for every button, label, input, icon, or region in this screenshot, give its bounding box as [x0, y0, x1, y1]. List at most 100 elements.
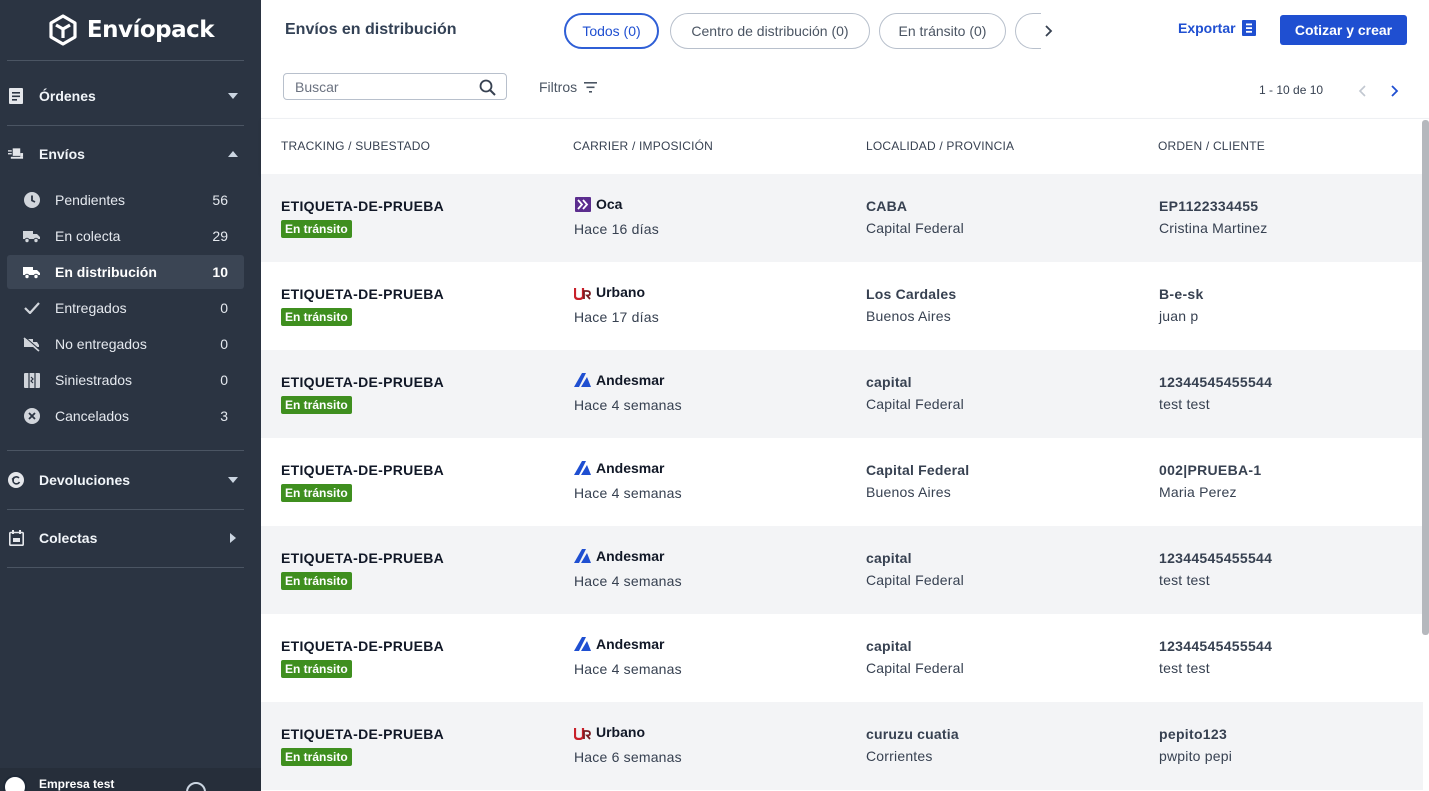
- locality: capital: [866, 638, 912, 654]
- divider: [7, 125, 244, 126]
- pagination-range: 1 - 10 de 10: [1259, 83, 1324, 97]
- andesmar-logo-icon: [574, 548, 591, 564]
- status-badge: En tránsito: [281, 748, 352, 766]
- carrier-name: Urbano: [596, 724, 645, 740]
- sidebar-item-count: 0: [220, 336, 228, 352]
- sidebar-item-no-entregados[interactable]: No entregados 0: [7, 327, 244, 361]
- sidebar-section-ordenes[interactable]: Órdenes: [0, 76, 261, 116]
- avatar[interactable]: [3, 775, 27, 791]
- tab-todos[interactable]: Todos (0): [564, 13, 659, 49]
- chevron-right-icon: [1045, 25, 1053, 37]
- carrier-name: Andesmar: [596, 372, 665, 388]
- client-name: Maria Perez: [1159, 484, 1237, 500]
- sidebar-section-devoluciones[interactable]: Devoluciones: [0, 460, 261, 500]
- search-box[interactable]: [283, 73, 507, 100]
- sidebar-section-envios[interactable]: Envíos: [0, 134, 261, 174]
- envio-pack-logo-icon: [49, 14, 77, 46]
- sidebar-item-label: En distribución: [55, 264, 157, 280]
- table-row[interactable]: ETIQUETA-DE-PRUEBA En tránsito Andesmar …: [261, 438, 1423, 526]
- pagination-prev-button[interactable]: [1352, 81, 1372, 101]
- sidebar-footer[interactable]: Empresa test: [0, 768, 261, 791]
- order-id: 12344545455544: [1159, 638, 1273, 654]
- province: Corrientes: [866, 748, 933, 764]
- filter-icon: [584, 81, 598, 93]
- table-header: TRACKING / SUBESTADO CARRIER / IMPOSICIÓ…: [261, 118, 1429, 174]
- search-input[interactable]: [284, 74, 474, 99]
- sidebar-item-siniestrados[interactable]: Siniestrados 0: [7, 363, 244, 397]
- order-id: 12344545455544: [1159, 550, 1273, 566]
- status-badge: En tránsito: [281, 220, 352, 238]
- client-name: Cristina Martinez: [1159, 220, 1268, 236]
- carrier: Andesmar: [574, 372, 664, 388]
- x-circle-icon: [23, 408, 40, 425]
- page-title: Envíos en distribución: [285, 21, 457, 38]
- imposition-time: Hace 16 días: [574, 221, 659, 237]
- column-header-localidad: LOCALIDAD / PROVINCIA: [866, 139, 1015, 153]
- carrier-name: Oca: [596, 196, 623, 212]
- locality: CABA: [866, 198, 908, 214]
- table-row[interactable]: ETIQUETA-DE-PRUEBA En tránsito Urbano Ha…: [261, 702, 1423, 790]
- sidebar-item-count: 0: [220, 300, 228, 316]
- filters-button[interactable]: Filtros: [539, 79, 598, 95]
- sidebar-section-colectas[interactable]: Colectas: [0, 518, 261, 558]
- carrier: Urbano: [574, 284, 645, 300]
- imposition-time: Hace 4 semanas: [574, 485, 682, 501]
- sidebar-item-en-colecta[interactable]: En colecta 29: [7, 219, 244, 253]
- company-name: Empresa test: [39, 777, 115, 791]
- table-scrollbar[interactable]: [1422, 120, 1429, 635]
- status-badge: En tránsito: [281, 572, 352, 590]
- tracking-code: ETIQUETA-DE-PRUEBA: [281, 638, 445, 654]
- table-row[interactable]: ETIQUETA-DE-PRUEBA En tránsito Urbano Ha…: [261, 262, 1423, 350]
- document-icon: [8, 88, 24, 104]
- pagination-next-button[interactable]: [1385, 81, 1405, 101]
- help-icon[interactable]: [186, 782, 206, 791]
- brand[interactable]: Envíopack: [0, 0, 261, 60]
- export-button[interactable]: Exportar: [1178, 20, 1256, 36]
- province: Capital Federal: [866, 572, 964, 588]
- divider: [7, 509, 244, 510]
- carrier: Andesmar: [574, 460, 664, 476]
- column-header-tracking: TRACKING / SUBESTADO: [281, 139, 431, 153]
- tab-en-transito[interactable]: En tránsito (0): [879, 13, 1006, 49]
- sidebar-section-label: Órdenes: [39, 88, 96, 104]
- locality: curuzu cuatia: [866, 726, 959, 742]
- sidebar-item-count: 29: [212, 228, 228, 244]
- status-badge: En tránsito: [281, 660, 352, 678]
- tab-centro-de-distribucion[interactable]: Centro de distribución (0): [670, 13, 870, 49]
- province: Capital Federal: [866, 220, 964, 236]
- truck-icon: [23, 228, 40, 245]
- check-icon: [23, 300, 40, 317]
- client-name: test test: [1159, 396, 1210, 412]
- divider: [7, 450, 244, 451]
- sidebar-item-label: Siniestrados: [55, 372, 133, 388]
- chevron-right-icon: [227, 533, 239, 543]
- sidebar-item-pendientes[interactable]: Pendientes 56: [7, 183, 244, 217]
- locality: capital: [866, 550, 912, 566]
- table-row[interactable]: ETIQUETA-DE-PRUEBA En tránsito Andesmar …: [261, 350, 1423, 438]
- sidebar-item-cancelados[interactable]: Cancelados 3: [7, 399, 244, 433]
- cotizar-y-crear-button[interactable]: Cotizar y crear: [1280, 15, 1407, 45]
- tabs-scroll-right-button[interactable]: [1037, 19, 1061, 43]
- province: Capital Federal: [866, 396, 964, 412]
- tracking-code: ETIQUETA-DE-PRUEBA: [281, 726, 445, 742]
- spreadsheet-icon: [1241, 20, 1256, 36]
- search-icon[interactable]: [479, 79, 496, 96]
- client-name: pwpito pepi: [1159, 748, 1233, 764]
- andesmar-logo-icon: [574, 636, 591, 652]
- table-row[interactable]: ETIQUETA-DE-PRUEBA En tránsito Oca Hace …: [261, 174, 1423, 262]
- sidebar-item-count: 3: [220, 408, 228, 424]
- table-row[interactable]: ETIQUETA-DE-PRUEBA En tránsito Andesmar …: [261, 614, 1423, 702]
- order-id: B-e-sk: [1159, 286, 1204, 302]
- table-row[interactable]: ETIQUETA-DE-PRUEBA En tránsito Andesmar …: [261, 526, 1423, 614]
- imposition-time: Hace 17 días: [574, 309, 659, 325]
- divider: [7, 60, 244, 61]
- status-badge: En tránsito: [281, 308, 352, 326]
- tracking-code: ETIQUETA-DE-PRUEBA: [281, 286, 445, 302]
- carrier-name: Urbano: [596, 284, 645, 300]
- shipping-icon: [8, 146, 24, 162]
- status-badge: En tránsito: [281, 484, 352, 502]
- sidebar-item-en-distribucion[interactable]: En distribución 10: [7, 255, 244, 289]
- tracking-code: ETIQUETA-DE-PRUEBA: [281, 374, 445, 390]
- andesmar-logo-icon: [574, 460, 591, 476]
- sidebar-item-entregados[interactable]: Entregados 0: [7, 291, 244, 325]
